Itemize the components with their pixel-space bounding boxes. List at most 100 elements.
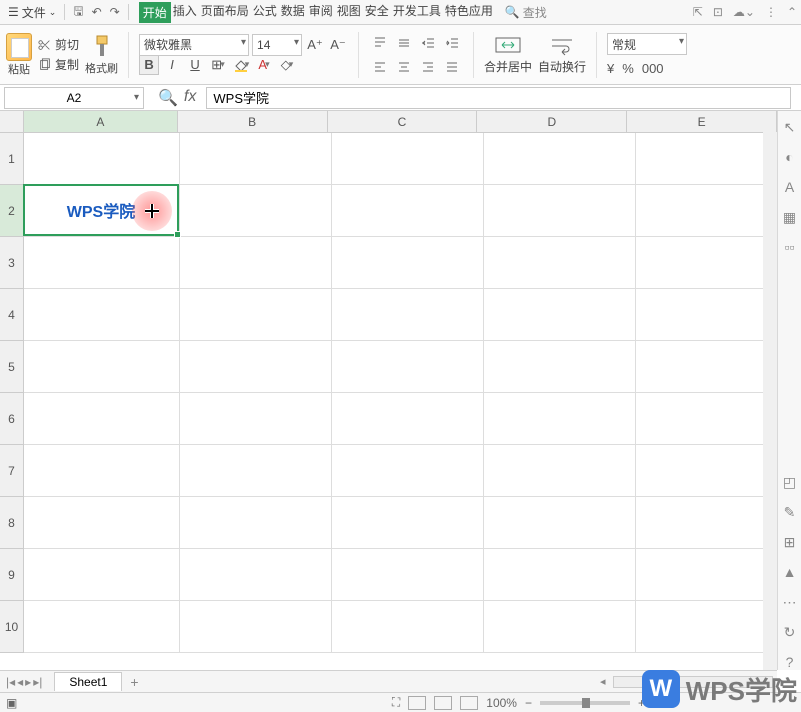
sheet-prev-icon[interactable]: ◂ (17, 675, 23, 689)
cell[interactable] (180, 549, 332, 601)
cell[interactable] (636, 237, 777, 289)
cell[interactable] (180, 601, 332, 653)
view-page-button[interactable] (434, 696, 452, 710)
tab-security[interactable]: 安全 (363, 2, 391, 23)
cell[interactable] (180, 393, 332, 445)
cell[interactable] (636, 601, 777, 653)
indent-increase-button[interactable] (441, 32, 463, 54)
font-increase-button[interactable]: A⁺ (305, 35, 325, 55)
font-color-button[interactable]: A▾ (254, 55, 274, 75)
row-header-3[interactable]: 3 (0, 237, 24, 289)
font-name-select[interactable]: 微软雅黑 (139, 34, 249, 56)
cell[interactable] (24, 289, 180, 341)
border-button[interactable]: ⊞▾ (208, 55, 228, 75)
indent-decrease-button[interactable] (417, 32, 439, 54)
comma-style-button[interactable]: 000 (642, 61, 664, 76)
cell[interactable] (636, 393, 777, 445)
cell[interactable] (636, 185, 777, 237)
cell[interactable] (24, 341, 180, 393)
cell[interactable] (24, 549, 180, 601)
cell[interactable] (24, 601, 180, 653)
cell[interactable] (180, 445, 332, 497)
cut-button[interactable]: 剪切 (38, 36, 79, 54)
align-middle-button[interactable] (393, 32, 415, 54)
cell[interactable] (332, 341, 484, 393)
cell[interactable] (332, 393, 484, 445)
box-icon[interactable]: ⊡ (713, 5, 723, 19)
wrap-text-button[interactable]: 自动换行 (538, 34, 586, 75)
undo-icon[interactable]: ↶ (88, 5, 106, 19)
row-header-1[interactable]: 1 (0, 133, 24, 185)
view-normal-button[interactable] (408, 696, 426, 710)
column-header-A[interactable]: A (24, 111, 178, 133)
formula-input[interactable]: WPS学院 (206, 87, 791, 109)
tab-home[interactable]: 开始 (139, 2, 171, 23)
cell[interactable] (24, 497, 180, 549)
cell[interactable] (484, 289, 636, 341)
file-menu[interactable]: ☰ 文件 ⌄ (4, 4, 60, 21)
cell[interactable] (24, 237, 180, 289)
font-decrease-button[interactable]: A⁻ (328, 35, 348, 55)
align-justify-button[interactable] (441, 56, 463, 78)
cell[interactable] (332, 445, 484, 497)
layout-icon[interactable]: ⊞ (782, 534, 798, 550)
cell[interactable] (484, 445, 636, 497)
column-header-C[interactable]: C (328, 111, 478, 133)
number-format-select[interactable]: 常规 (607, 33, 687, 55)
copy-button[interactable]: 复制 (38, 56, 79, 74)
tab-review[interactable]: 审阅 (307, 2, 335, 23)
cell[interactable] (180, 341, 332, 393)
cell[interactable] (484, 601, 636, 653)
cell[interactable] (24, 445, 180, 497)
cursor-icon[interactable]: ↖ (782, 119, 798, 135)
tab-special[interactable]: 特色应用 (443, 2, 495, 23)
zoom-slider[interactable] (540, 701, 630, 705)
column-header-E[interactable]: E (627, 111, 777, 133)
align-center-button[interactable] (393, 56, 415, 78)
column-header-D[interactable]: D (477, 111, 627, 133)
edit-icon[interactable]: ✎ (782, 504, 798, 520)
cell[interactable] (24, 133, 180, 185)
text-icon[interactable]: A (782, 179, 798, 195)
cell[interactable] (332, 289, 484, 341)
more-tools-icon[interactable]: ⋯ (782, 594, 798, 610)
search-box[interactable]: 🔍 查找 (505, 4, 547, 21)
row-header-2[interactable]: 2 (0, 185, 24, 237)
tab-view[interactable]: 视图 (335, 2, 363, 23)
zoom-value[interactable]: 100% (486, 696, 517, 710)
select-all-corner[interactable] (0, 111, 24, 133)
share-icon[interactable]: ⇱ (693, 5, 703, 19)
fill-handle[interactable] (174, 231, 181, 238)
cell[interactable] (636, 289, 777, 341)
cell[interactable] (24, 393, 180, 445)
cell[interactable] (180, 497, 332, 549)
cell[interactable] (332, 237, 484, 289)
image-icon[interactable]: ▲ (782, 564, 798, 580)
cell[interactable] (484, 393, 636, 445)
shape-icon[interactable]: ◐ (782, 149, 798, 165)
bold-button[interactable]: B (139, 55, 159, 75)
row-header-7[interactable]: 7 (0, 445, 24, 497)
row-header-8[interactable]: 8 (0, 497, 24, 549)
table-icon[interactable]: ▦ (782, 209, 798, 225)
cell[interactable] (636, 341, 777, 393)
name-box[interactable]: A2 (4, 87, 144, 109)
vertical-scrollbar[interactable] (763, 132, 777, 670)
cell[interactable] (636, 445, 777, 497)
fx-icon[interactable]: fx (184, 88, 196, 108)
collapse-ribbon-icon[interactable]: ⌃ (787, 5, 797, 19)
italic-button[interactable]: I (162, 55, 182, 75)
fullscreen-icon[interactable]: ⛶ (392, 695, 400, 710)
help-icon[interactable]: ? (782, 654, 798, 670)
more-icon[interactable]: ⋮ (765, 5, 777, 19)
redo-icon[interactable]: ↷ (106, 5, 124, 19)
cell[interactable] (332, 185, 484, 237)
merge-center-button[interactable]: 合并居中 (484, 34, 532, 75)
panel-icon[interactable]: ◰ (782, 474, 798, 490)
row-header-4[interactable]: 4 (0, 289, 24, 341)
align-top-button[interactable] (369, 32, 391, 54)
record-icon[interactable]: ▣ (6, 696, 17, 710)
sheet-first-icon[interactable]: |◂ (6, 675, 15, 689)
cell[interactable] (484, 549, 636, 601)
cell[interactable] (180, 133, 332, 185)
